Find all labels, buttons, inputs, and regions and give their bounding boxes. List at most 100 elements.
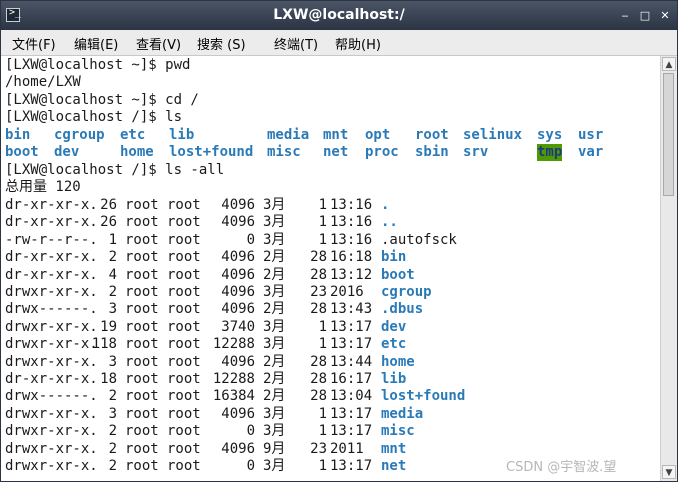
file-links: 26	[100, 197, 117, 213]
file-day: 28	[310, 249, 327, 266]
file-month: 2月	[263, 353, 286, 370]
file-size: 4096	[221, 197, 255, 213]
file-day: 28	[310, 371, 327, 387]
file-links: 2	[108, 249, 117, 266]
file-group: root	[167, 388, 201, 405]
dir-entry: sbin	[415, 144, 449, 160]
menu-search[interactable]: 搜索 (S)	[197, 34, 246, 53]
file-time: 13:17	[330, 336, 373, 353]
file-group: root	[167, 440, 201, 457]
file-name: mnt	[381, 440, 407, 457]
file-owner: root	[125, 318, 159, 335]
file-time: 13:04	[330, 388, 373, 405]
file-owner: root	[125, 336, 159, 353]
file-name: ..	[381, 214, 398, 231]
file-day: 1	[318, 423, 327, 440]
dir-entry: srv	[463, 144, 489, 160]
menu-edit[interactable]: 编辑(E)	[74, 34, 118, 53]
watermark: CSDN @宇智波.望	[506, 460, 617, 475]
file-links: 2	[108, 284, 117, 300]
menu-help[interactable]: 帮助(H)	[335, 34, 381, 53]
file-time: 13:17	[330, 458, 373, 474]
file-size: 12288	[212, 371, 255, 387]
total-line: 总用量 120	[5, 179, 81, 195]
file-size: 0	[246, 458, 255, 474]
file-month: 2月	[263, 301, 286, 318]
dir-entry: media	[267, 127, 310, 143]
file-time: 13:44	[330, 353, 373, 370]
file-entry-row: drwx------. 3 root root 4096 2月 28 13:43 .dbus	[5, 301, 645, 318]
title-bar[interactable]: >_ LXW@localhost:/ ‒ □ ✕	[1, 1, 677, 30]
menu-file[interactable]: 文件(F)	[12, 34, 56, 53]
close-button[interactable]: ✕	[657, 8, 673, 24]
file-group: root	[167, 458, 201, 474]
file-owner: root	[125, 458, 159, 474]
file-time: 13:17	[330, 405, 373, 422]
minimize-button[interactable]: ‒	[617, 8, 633, 24]
file-group: root	[167, 214, 201, 231]
file-day: 28	[310, 301, 327, 318]
dir-entry: selinux	[463, 127, 523, 143]
file-month: 3月	[263, 405, 286, 422]
file-day: 1	[318, 405, 327, 422]
dir-entry: home	[120, 144, 154, 160]
file-links: 1	[108, 231, 117, 248]
file-links: 3	[108, 353, 117, 370]
file-day: 23	[310, 284, 327, 300]
tmp-dir-entry: tmp	[537, 144, 563, 161]
command-line: [LXW@localhost /]$ ls	[5, 109, 183, 125]
file-entry-row: drwx------. 2 root root 16384 2月 28 13:04 lost+f…	[5, 388, 645, 405]
scroll-up-icon[interactable]: ▲	[662, 57, 676, 71]
file-entry-row: dr-xr-xr-x. 26 root root 4096 3月 1 13:16..	[5, 214, 645, 231]
file-size: 4096	[221, 214, 255, 231]
dir-entry: mnt	[323, 127, 349, 143]
file-entry-row: drwxr-xr-x. 19 root root 3740 3月 1 13:17 dev	[5, 319, 645, 336]
file-name: .	[381, 197, 390, 213]
file-day: 1	[318, 336, 327, 353]
file-group: root	[167, 266, 201, 283]
file-day: 1	[318, 231, 327, 248]
file-entry-row: drwxr-xr-x. 2 root root 4096 3月 23 2016 cgroup	[5, 284, 645, 301]
file-owner: root	[125, 301, 159, 318]
file-month: 3月	[263, 284, 286, 300]
file-time: 13:16	[330, 214, 373, 231]
file-owner: root	[125, 371, 159, 387]
file-name: lib	[381, 371, 407, 387]
file-size: 0	[246, 231, 255, 248]
file-month: 3月	[263, 197, 286, 213]
file-month: 3月	[263, 318, 286, 335]
file-entry-row: dr-xr-xr-x. 18 root root 12288 2月 28 16:17 lib	[5, 371, 645, 388]
scroll-down-icon[interactable]: ▼	[662, 465, 676, 479]
file-links: 19	[100, 318, 117, 335]
scrollbar-thumb[interactable]	[663, 73, 674, 196]
maximize-button[interactable]: □	[637, 8, 653, 24]
file-month: 3月	[263, 214, 286, 231]
file-owner: root	[125, 249, 159, 266]
file-name: etc	[381, 336, 407, 353]
dir-entry: opt	[365, 127, 391, 143]
file-size: 12288	[212, 336, 255, 353]
file-name: cgroup	[381, 284, 432, 300]
file-entry-row: -rw-r--r--. 1 root root 0 3月 1 13:16 .autofsck	[5, 232, 645, 249]
file-day: 28	[310, 353, 327, 370]
vertical-scrollbar[interactable]: ▲ ▼	[660, 56, 677, 481]
file-month: 3月	[263, 458, 286, 474]
menu-view[interactable]: 查看(V)	[136, 34, 181, 53]
file-day: 23	[310, 440, 327, 457]
menu-terminal[interactable]: 终端(T)	[274, 34, 318, 53]
file-time: 13:12	[330, 266, 373, 283]
file-links: 118	[91, 336, 117, 353]
file-day: 1	[318, 318, 327, 335]
file-group: root	[167, 284, 201, 300]
dir-entry: boot	[5, 144, 39, 160]
terminal-output[interactable]: [LXW@localhost ~]$ pwd /home/LXW [LXW@lo…	[1, 56, 660, 481]
file-owner: root	[125, 388, 159, 405]
file-month: 2月	[263, 371, 286, 387]
file-links: 2	[108, 440, 117, 457]
file-group: root	[167, 423, 201, 440]
file-size: 4096	[221, 353, 255, 370]
file-group: root	[167, 405, 201, 422]
file-size: 0	[246, 423, 255, 440]
file-group: root	[167, 336, 201, 353]
file-owner: root	[125, 266, 159, 283]
